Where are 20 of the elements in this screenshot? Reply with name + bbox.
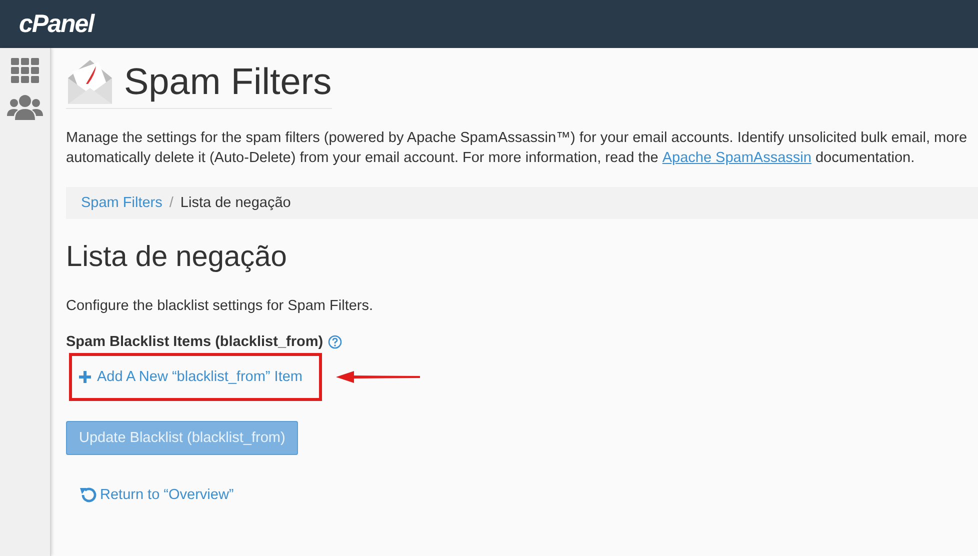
help-icon[interactable] — [328, 335, 342, 349]
section-title: Lista de negação — [66, 241, 288, 274]
breadcrumb-link[interactable]: Spam Filters — [81, 195, 162, 211]
users-icon[interactable] — [7, 94, 43, 120]
intro-text: Configure the blacklist settings for Spam Filters. — [66, 298, 374, 314]
return-link[interactable]: Return to “Overview” — [79, 486, 978, 504]
description-text: documentation. — [815, 149, 915, 168]
logo[interactable]: cPanel — [19, 10, 94, 38]
description-text: automatically delete it (Auto-Delete) from your email account. For more information, read the — [66, 149, 658, 168]
add-item-link[interactable]: Add A New “blacklist_from” Item — [79, 369, 302, 385]
plus-icon — [79, 371, 91, 383]
envelope-feather-icon — [66, 58, 114, 106]
breadcrumb-current: Lista de negação — [180, 195, 291, 211]
field-label: Spam Blacklist Items (blacklist_from) — [66, 334, 324, 350]
spamassassin-link[interactable]: Apache SpamAssassin — [662, 148, 812, 168]
description-text: Manage the settings for the spam filters (powered by Apache SpamAssassin™) for your email accounts. Identify unsolicited bulk email, more — [66, 129, 968, 148]
page-title: Spam Filters — [124, 61, 332, 103]
undo-icon — [79, 486, 97, 504]
breadcrumb-separator: / — [169, 195, 174, 211]
grid-icon[interactable] — [11, 58, 39, 84]
